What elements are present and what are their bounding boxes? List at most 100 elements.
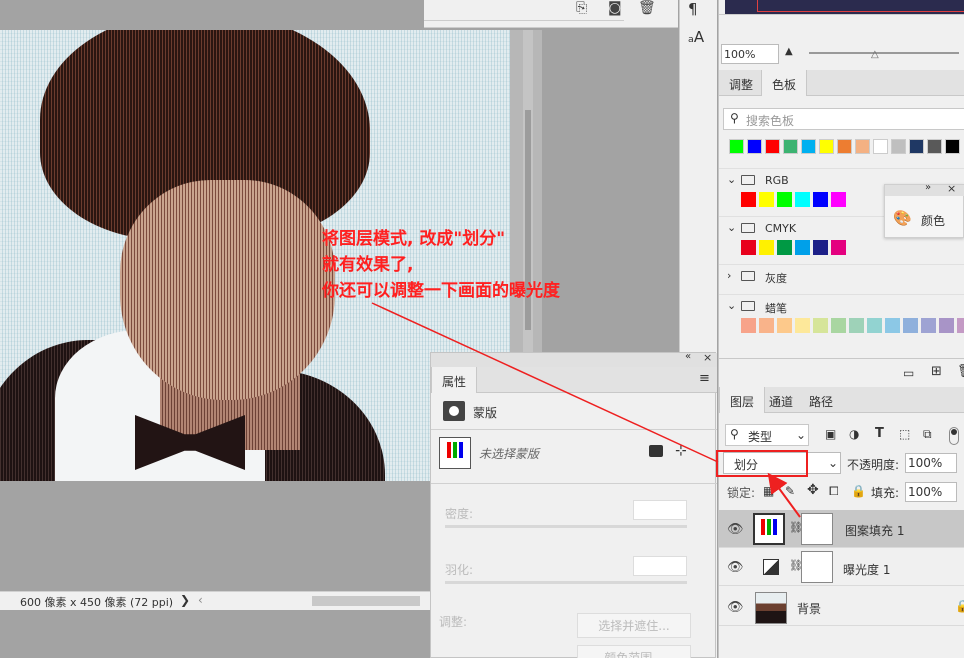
swatch-group-3[interactable]: › 灰度 — [719, 264, 964, 288]
collapse-icon[interactable]: » — [925, 182, 931, 193]
swatch[interactable] — [891, 139, 906, 154]
tab-channels[interactable]: 通道 — [759, 387, 803, 413]
lock-paint-icon[interactable]: ✎ — [785, 484, 795, 498]
status-menu-arrow-icon[interactable]: ❯ — [180, 593, 190, 607]
density-input[interactable] — [633, 500, 687, 520]
swatch[interactable] — [759, 240, 774, 255]
eye-icon[interactable]: 👁 — [727, 560, 744, 575]
chevron-down-icon[interactable]: ⌄ — [727, 173, 736, 186]
swatch[interactable] — [873, 139, 888, 154]
close-icon[interactable]: × — [703, 351, 712, 364]
new-swatch-icon[interactable]: ⊞ — [931, 364, 942, 379]
swatch[interactable] — [741, 192, 756, 207]
add-vector-mask-icon[interactable]: ⊹ — [675, 443, 687, 459]
trash-icon[interactable]: 🗑 — [957, 364, 964, 379]
swatch[interactable] — [747, 139, 762, 154]
swatch[interactable] — [795, 192, 810, 207]
swatch[interactable] — [909, 139, 924, 154]
mask-thumbnail[interactable] — [439, 437, 471, 469]
zoom-slider-knob[interactable]: △ — [871, 49, 879, 60]
horizontal-scroll-thumb[interactable] — [312, 596, 420, 606]
feather-input[interactable] — [633, 556, 687, 576]
tab-paths[interactable]: 路径 — [799, 387, 843, 413]
layer-name[interactable]: 背景 — [797, 600, 821, 617]
swatch[interactable] — [855, 139, 870, 154]
swatch[interactable] — [903, 318, 918, 333]
filter-toggle[interactable] — [949, 427, 959, 445]
filter-smart-object-icon[interactable]: ⧉ — [923, 427, 932, 442]
swatch[interactable] — [927, 139, 942, 154]
navigator-thumbnail[interactable] — [725, 0, 964, 14]
swatch[interactable] — [801, 139, 816, 154]
swatch-search-field[interactable]: ⚲ 搜索色板 — [723, 108, 964, 130]
swatch[interactable] — [939, 318, 954, 333]
filter-shape-icon[interactable]: ⬚ — [899, 427, 910, 441]
color-panel-label[interactable]: 颜色 — [921, 212, 945, 229]
eye-icon[interactable]: 👁 — [727, 522, 744, 537]
close-icon[interactable]: × — [947, 182, 956, 195]
swatch[interactable] — [813, 192, 828, 207]
navigator-view-box[interactable] — [757, 0, 964, 12]
swatch[interactable] — [819, 139, 834, 154]
layer-mask-thumbnail[interactable] — [801, 551, 833, 583]
scroll-left-icon[interactable]: ‹ — [198, 593, 203, 607]
chevron-down-icon[interactable]: ⌄ — [727, 221, 736, 234]
swatch[interactable] — [885, 318, 900, 333]
layer-name[interactable]: 曝光度 1 — [843, 561, 890, 578]
canvas-vertical-scrollbar[interactable] — [510, 30, 542, 355]
swatch[interactable] — [957, 318, 964, 333]
swatch[interactable] — [759, 192, 774, 207]
swatch[interactable] — [795, 240, 810, 255]
swatch[interactable] — [831, 240, 846, 255]
paragraph-icon[interactable]: ¶ — [688, 0, 698, 18]
filter-type-icon[interactable]: T — [875, 426, 884, 441]
tab-adjustments[interactable]: 调整 — [719, 70, 763, 96]
new-folder-icon[interactable]: ▭ — [903, 366, 914, 380]
swatch[interactable] — [729, 139, 744, 154]
swatch[interactable] — [795, 318, 810, 333]
lock-move-icon[interactable]: ✥ — [807, 482, 819, 498]
zoom-input[interactable]: 100% — [721, 44, 779, 64]
add-pixel-mask-icon[interactable] — [649, 445, 663, 457]
swatch[interactable] — [759, 318, 774, 333]
eye-icon[interactable]: 👁 — [727, 600, 744, 615]
layer-name[interactable]: 图案填充 1 — [845, 522, 904, 539]
zoom-slider[interactable] — [809, 52, 959, 54]
filter-image-icon[interactable]: ▣ — [825, 427, 836, 441]
select-and-mask-button[interactable]: 选择并遮住... — [577, 613, 691, 638]
background-thumbnail[interactable] — [755, 592, 787, 624]
filter-adjustment-icon[interactable]: ◑ — [849, 427, 859, 441]
layer-filter-select[interactable]: ⚲ 类型 ⌄ — [725, 424, 809, 446]
color-range-button[interactable]: 颜色范围... — [577, 645, 691, 658]
new-file-icon[interactable]: ⎘ — [576, 0, 587, 16]
swatch[interactable] — [777, 192, 792, 207]
swatch[interactable] — [831, 318, 846, 333]
swatch[interactable] — [783, 139, 798, 154]
density-slider[interactable] — [445, 525, 687, 528]
layer-mask-thumbnail[interactable] — [801, 513, 833, 545]
camera-icon[interactable]: ◙ — [608, 0, 622, 16]
menu-icon[interactable]: ≡ — [699, 371, 710, 386]
swatch[interactable] — [831, 192, 846, 207]
zoom-out-icon[interactable]: ▲ — [785, 46, 793, 57]
chevron-right-icon[interactable]: › — [727, 269, 731, 282]
lock-transparent-icon[interactable]: ▦ — [763, 484, 774, 498]
fill-input[interactable]: 100% — [905, 482, 957, 502]
swatch[interactable] — [837, 139, 852, 154]
swatch[interactable] — [813, 318, 828, 333]
feather-slider[interactable] — [445, 581, 687, 584]
lock-all-icon[interactable]: 🔒 — [851, 484, 866, 498]
lock-artboard-icon[interactable]: ⧠ — [829, 484, 839, 499]
swatch[interactable] — [813, 240, 828, 255]
glyphs-icon[interactable]: ₐA — [688, 28, 704, 46]
layer-row-exposure[interactable]: 👁 ⛓ 曝光度 1 — [719, 548, 964, 586]
swatch[interactable] — [741, 240, 756, 255]
swatch[interactable] — [777, 318, 792, 333]
layer-row-background[interactable]: 👁 背景 🔒 — [719, 588, 964, 626]
layer-row-pattern-fill[interactable]: 👁 ⛓ 图案填充 1 — [719, 510, 964, 548]
pattern-thumbnail[interactable] — [753, 513, 785, 545]
swatch[interactable] — [867, 318, 882, 333]
swatch[interactable] — [741, 318, 756, 333]
collapse-icon[interactable]: « — [685, 351, 691, 362]
swatch[interactable] — [765, 139, 780, 154]
